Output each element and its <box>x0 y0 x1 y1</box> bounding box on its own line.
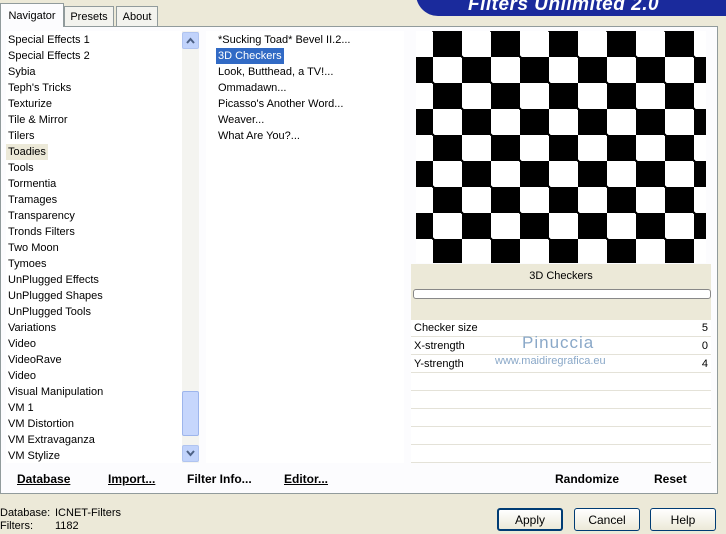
apply-button[interactable]: Apply <box>497 508 563 531</box>
watermark-title: Pinuccia <box>522 333 595 352</box>
category-item[interactable]: Sybia <box>6 64 38 80</box>
category-item[interactable]: Tile & Mirror <box>6 112 69 128</box>
param-label: X-strength <box>414 340 465 352</box>
cancel-label: Cancel <box>588 512 626 527</box>
tab-navigator[interactable]: Navigator <box>0 3 64 27</box>
category-item[interactable]: Teph's Tricks <box>6 80 73 96</box>
tab-about-label: About <box>122 10 152 23</box>
watermark-url: www.maidiregrafica.eu <box>495 355 606 367</box>
database-button[interactable]: Database <box>17 472 70 486</box>
category-item[interactable]: Texturize <box>6 96 54 112</box>
category-item[interactable]: VM Extravaganza <box>6 432 97 448</box>
param-row-empty <box>411 410 711 427</box>
status-filters-value: 1182 <box>55 520 79 532</box>
category-item[interactable]: Tramages <box>6 192 59 208</box>
scroll-up-button[interactable] <box>182 32 199 49</box>
category-item[interactable]: Tools <box>6 160 36 176</box>
category-item[interactable]: UnPlugged Tools <box>6 304 93 320</box>
category-item[interactable]: VM 1 <box>6 400 36 416</box>
category-item[interactable]: VideoRave <box>6 352 64 368</box>
param-row-empty <box>411 446 711 463</box>
filter-item[interactable]: What Are You?... <box>216 128 302 144</box>
filter-item[interactable]: 3D Checkers <box>216 48 284 64</box>
status-database-value: ICNET-Filters <box>55 507 121 519</box>
filter-list[interactable]: *Sucking Toad* Bevel II.2... 3D Checkers L… <box>206 31 404 463</box>
app-banner: Filters Unlimited 2.0 <box>416 0 726 16</box>
tab-presets-label: Presets <box>70 10 108 23</box>
param-row-empty <box>411 374 711 391</box>
filter-item[interactable]: Picasso's Another Word... <box>216 96 345 112</box>
preview-caption: 3D Checkers <box>529 270 593 282</box>
param-row-empty <box>411 392 711 409</box>
status-filters-label: Filters: <box>0 520 33 532</box>
randomize-button[interactable]: Randomize <box>555 472 619 486</box>
param-row-empty <box>411 428 711 445</box>
tab-navigator-label: Navigator <box>8 9 56 22</box>
category-item[interactable]: Video <box>6 368 38 384</box>
scroll-thumb[interactable] <box>182 391 199 436</box>
category-item[interactable]: Tormentia <box>6 176 58 192</box>
banner-title: Filters Unlimited 2.0 <box>468 0 660 15</box>
preview-image <box>416 31 706 263</box>
tab-presets[interactable]: Presets <box>64 6 114 26</box>
progress-bar <box>413 289 711 299</box>
filter-info-button[interactable]: Filter Info... <box>187 472 252 486</box>
category-list[interactable]: Special Effects 1 Special Effects 2 Sybia T… <box>6 31 182 463</box>
category-item[interactable]: Video <box>6 336 38 352</box>
category-item[interactable]: Tymoes <box>6 256 49 272</box>
chevron-down-icon <box>186 450 195 457</box>
category-item[interactable]: Two Moon <box>6 240 61 256</box>
category-item[interactable]: UnPlugged Effects <box>6 272 101 288</box>
param-value: 5 <box>701 322 708 334</box>
param-value: 0 <box>701 340 708 352</box>
tab-about[interactable]: About <box>116 6 158 26</box>
category-item[interactable]: VM Distortion <box>6 416 76 432</box>
filter-item[interactable]: Ommadawn... <box>216 80 288 96</box>
scroll-down-button[interactable] <box>182 445 199 462</box>
checker-pattern <box>416 31 706 263</box>
category-item[interactable]: Tronds Filters <box>6 224 77 240</box>
import-button[interactable]: Import... <box>108 472 155 486</box>
category-item[interactable]: Transparency <box>6 208 77 224</box>
filter-item[interactable]: Weaver... <box>216 112 266 128</box>
category-scrollbar[interactable] <box>182 31 199 463</box>
filter-item[interactable]: *Sucking Toad* Bevel II.2... <box>216 32 353 48</box>
filter-item[interactable]: Look, Butthead, a TV!... <box>216 64 335 80</box>
status-database-label: Database: <box>0 507 51 519</box>
param-label: Y-strength <box>414 358 464 370</box>
category-item[interactable]: Special Effects 1 <box>6 32 92 48</box>
editor-button[interactable]: Editor... <box>284 472 328 486</box>
param-value: 4 <box>701 358 708 370</box>
category-item[interactable]: Tilers <box>6 128 36 144</box>
apply-label: Apply <box>514 512 546 527</box>
cancel-button[interactable]: Cancel <box>574 508 640 531</box>
help-label: Help <box>670 512 696 527</box>
category-item[interactable]: Special Effects 2 <box>6 48 92 64</box>
reset-button[interactable]: Reset <box>654 472 687 486</box>
chevron-up-icon <box>186 37 195 44</box>
category-item[interactable]: UnPlugged Shapes <box>6 288 105 304</box>
help-button[interactable]: Help <box>650 508 716 531</box>
category-item[interactable]: Visual Manipulation <box>6 384 105 400</box>
category-item[interactable]: Variations <box>6 320 58 336</box>
param-label: Checker size <box>414 322 478 334</box>
category-item[interactable]: Toadies <box>6 144 48 160</box>
category-item[interactable]: VM Stylize <box>6 448 62 464</box>
